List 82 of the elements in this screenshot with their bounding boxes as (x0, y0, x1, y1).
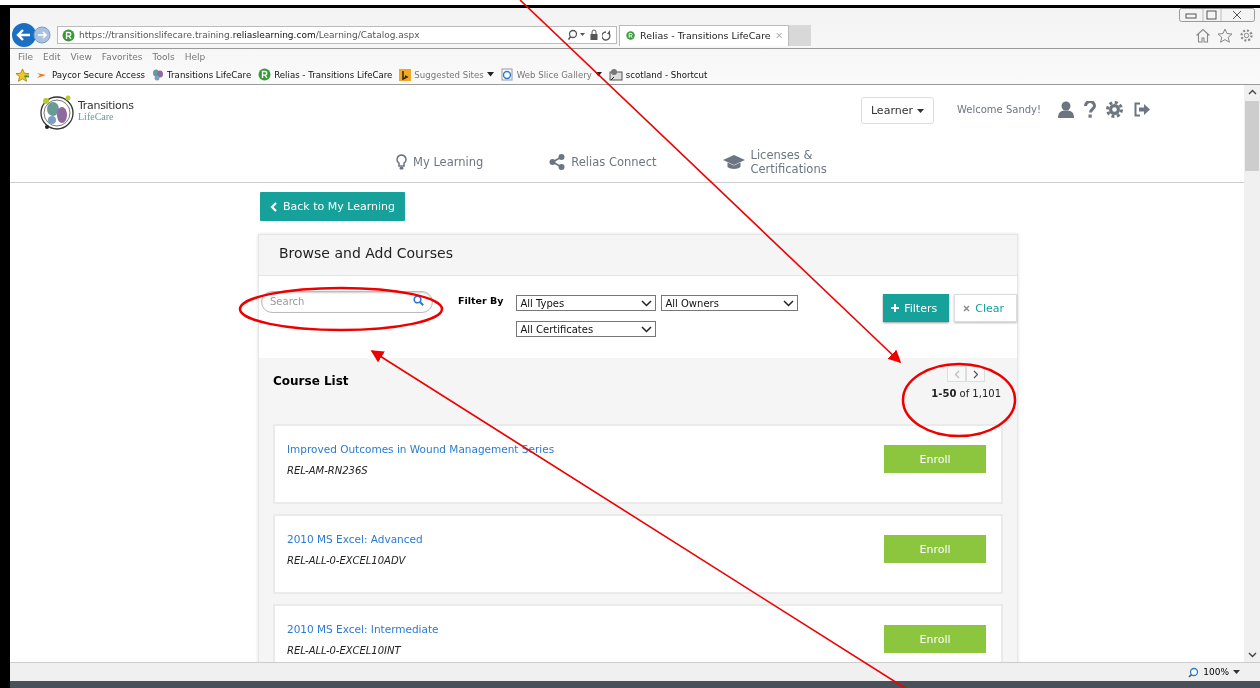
nav-link[interactable]: Relias Connect (549, 154, 657, 171)
lock-icon[interactable] (590, 29, 598, 41)
chevron-down-icon (783, 299, 795, 307)
forward-icon[interactable] (33, 26, 51, 44)
scrollbar[interactable] (1244, 85, 1260, 662)
menu-item[interactable]: File (18, 52, 34, 62)
search-icon[interactable] (568, 29, 586, 41)
filter-dropdown[interactable]: All Types (516, 295, 657, 311)
caret-icon (486, 72, 494, 77)
favorites-link[interactable]: scotland - Shortcut (608, 68, 708, 81)
lightbulb-icon (396, 154, 407, 171)
filter-dropdown[interactable]: All Certificates (516, 321, 657, 337)
role-dropdown[interactable]: Learner (860, 97, 934, 124)
site-favicon-icon (626, 29, 636, 42)
site-favicon-icon (258, 68, 272, 81)
back-icon[interactable] (11, 22, 37, 48)
nav-link[interactable]: Licenses & Certifications (722, 148, 831, 177)
bing-icon (399, 68, 412, 81)
zoom-level[interactable]: 100% (1203, 667, 1229, 677)
menu-item[interactable]: Favorites (101, 52, 143, 62)
butterfly-icon (152, 68, 165, 81)
graduation-cap-icon (722, 154, 745, 171)
address-bar[interactable]: https://transitionslifecare.training.reliaslearning.com/Learning/Catalog.aspx (57, 26, 617, 44)
settings-icon[interactable] (1106, 101, 1123, 118)
search-icon[interactable] (413, 295, 424, 306)
star-icon[interactable] (1217, 27, 1233, 43)
shortcut-icon (608, 68, 623, 81)
menu-item[interactable]: View (70, 52, 92, 62)
chevron-left-icon (953, 369, 960, 379)
caret-icon (917, 108, 924, 113)
site-logo[interactable]: Transitions LifeCare (38, 91, 134, 135)
favorites-link[interactable]: Transitions LifeCare (152, 68, 252, 81)
help-icon[interactable] (1084, 101, 1096, 118)
plus-icon (891, 304, 900, 312)
favorites-link[interactable]: Web Slice Gallery (500, 68, 602, 81)
scroll-up-icon[interactable] (1247, 89, 1257, 95)
zoom-icon[interactable] (1188, 666, 1200, 678)
settings-icon[interactable] (1239, 27, 1254, 43)
course-title-link[interactable]: 2010 MS Excel: Advanced (287, 532, 884, 545)
page-icon (500, 68, 514, 81)
course-code: REL-AM-RN236S (287, 464, 369, 476)
scrollbar-thumb[interactable] (1245, 101, 1259, 171)
chevron-down-icon (641, 299, 653, 307)
browser-tab[interactable]: Relias - Transitions LifeCare (619, 24, 789, 46)
close-icon (963, 304, 971, 312)
site-favicon-icon (62, 28, 75, 42)
chevron-down-icon (641, 325, 653, 333)
refresh-icon[interactable] (602, 29, 612, 41)
logo-name: Transitions (78, 100, 134, 111)
favorites-link[interactable]: Paycor Secure Access (37, 69, 146, 80)
user-icon[interactable] (1058, 101, 1074, 118)
logout-icon[interactable] (1133, 102, 1151, 117)
share-icon (549, 154, 566, 171)
home-icon[interactable] (1195, 27, 1211, 43)
menu-item[interactable]: Edit (43, 52, 61, 62)
caret-icon (594, 72, 602, 77)
chevron-right-icon (972, 369, 979, 379)
filter-dropdown[interactable]: All Owners (661, 295, 799, 311)
scroll-down-icon[interactable] (1247, 652, 1257, 658)
course-code: REL-ALL-0-EXCEL10ADV (287, 554, 407, 566)
chevron-left-icon (270, 201, 277, 212)
course-code: REL-ALL-0-EXCEL10INT (287, 644, 403, 656)
filter-label: Filter By (458, 295, 504, 306)
menu-item[interactable]: Help (184, 52, 206, 62)
favorites-link[interactable]: Suggested Sites (399, 68, 494, 81)
logo-subtitle: LifeCare (78, 111, 115, 122)
next-page-button[interactable] (966, 366, 986, 382)
course-title-link[interactable]: 2010 MS Excel: Intermediate (287, 622, 884, 635)
menu-item[interactable]: Tools (152, 52, 175, 62)
clear-button[interactable]: Clear (954, 294, 1017, 322)
nav-link[interactable]: My Learning (396, 154, 484, 171)
caret-icon[interactable] (1233, 670, 1240, 674)
course-list-title: Course List (273, 374, 349, 388)
panel-title: Browse and Add Courses (259, 235, 1017, 276)
welcome-text: Welcome Sandy! (957, 104, 1041, 115)
result-count: 1-50 of 1,101 (931, 388, 1001, 399)
favorites-link[interactable]: Relias - Transitions LifeCare (258, 68, 393, 81)
search-field[interactable]: Search (261, 290, 433, 313)
favorites-star-icon[interactable] (15, 67, 30, 82)
filters-button[interactable]: Filters (883, 294, 950, 322)
back-to-my-learning-button[interactable]: Back to My Learning (260, 192, 405, 221)
window-controls[interactable] (1179, 8, 1255, 22)
